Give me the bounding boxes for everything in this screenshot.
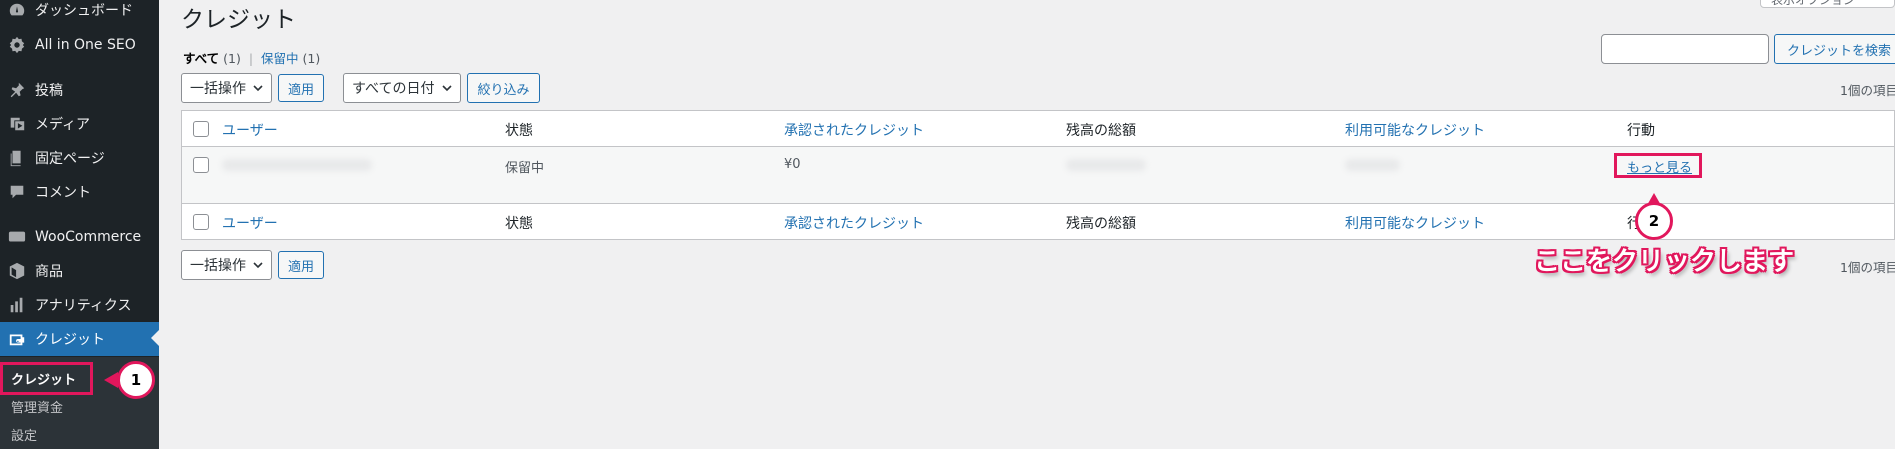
filter-pending-count: (1) [302,51,321,66]
filter-pending[interactable]: 保留中 [261,51,299,66]
menu-item-label: アナリティクス [35,298,132,314]
callout-badge-2: 2 [1635,202,1673,240]
filter-separator: | [248,51,254,66]
menu-item-label: メディア [35,117,91,133]
filter-all-count: (1) [223,51,241,66]
page-title: クレジット [181,7,296,33]
date-filter-value: すべての日付 [352,81,435,97]
column-user-footer[interactable]: ユーザー [222,213,278,233]
highlight-submenu-credit [0,362,93,395]
pin-icon [7,80,27,100]
callout-badge-1: 1 [117,361,155,399]
column-total-balance-footer: 残高の総額 [1066,216,1136,232]
chevron-down-icon [253,262,263,269]
current-menu-arrow [151,329,160,347]
search-credit-button[interactable]: クレジットを検索 [1774,34,1895,64]
menu-item-label: ダッシュボード [35,3,133,19]
media-icon [7,114,27,134]
user-name-redacted [222,159,372,171]
chevron-down-icon [253,85,263,92]
apply-button-label: 適用 [287,259,314,275]
menu-item-label: コメント [35,185,91,201]
column-total-balance: 残高の総額 [1066,123,1136,139]
bulk-action-value: 一括操作 [190,258,246,274]
menu-item-pages[interactable]: 固定ページ [0,141,159,175]
column-status-footer: 状態 [505,216,533,232]
dashboard-icon [7,0,27,20]
menu-item-label: 投稿 [35,83,63,99]
chevron-down-icon [442,85,452,92]
table-header-row: ユーザー 状態 承認されたクレジット 残高の総額 利用可能なクレジット 行動 [182,111,1894,147]
menu-item-posts[interactable]: 投稿 [0,73,159,107]
filter-button-label: 絞り込み [477,82,530,98]
row-approved-credit: ¥0 [784,157,801,172]
row-checkbox[interactable] [193,157,209,173]
column-available-credit-footer[interactable]: 利用可能なクレジット [1345,213,1485,233]
column-status: 状態 [505,123,533,139]
woo-icon [7,227,27,247]
items-count-bottom: 1個の項目 [1840,260,1895,275]
menu-item-woocommerce[interactable]: WooCommerce [0,220,159,254]
total-balance-redacted [1066,159,1146,171]
column-approved-credit-footer[interactable]: 承認されたクレジット [784,213,924,233]
screen-options-button[interactable]: 表示オプション [1760,0,1895,8]
menu-item-label: WooCommerce [35,229,142,245]
gear-icon [7,35,27,55]
menu-item-label: All in One SEO [35,37,136,53]
available-credit-redacted [1345,159,1400,171]
menu-item-label: 商品 [35,264,63,280]
column-action: 行動 [1627,123,1655,139]
menu-item-media[interactable]: メディア [0,107,159,141]
callout-1-tail [104,372,118,388]
menu-item-products[interactable]: 商品 [0,254,159,288]
bar-chart-icon [7,295,27,315]
bulk-action-select-bottom[interactable]: 一括操作 [181,250,272,280]
column-user[interactable]: ユーザー [222,120,278,140]
box-icon [7,261,27,281]
menu-item-credit[interactable]: クレジット [0,322,159,356]
apply-button-bottom[interactable]: 適用 [278,251,324,279]
menu-item-dashboard[interactable]: ダッシュボード [0,0,159,27]
search-input[interactable] [1601,34,1769,64]
submenu-item-settings[interactable]: 設定 [11,425,37,444]
bulk-action-select-top[interactable]: 一括操作 [181,73,272,103]
search-credit-button-label: クレジットを検索 [1786,43,1891,59]
bulk-action-value: 一括操作 [190,81,246,97]
apply-button-label: 適用 [287,82,314,98]
highlight-view-more [1614,153,1702,178]
instruction-text: ここをクリックします [1534,247,1795,277]
submenu-item-managed-funds[interactable]: 管理資金 [11,397,63,416]
filter-all[interactable]: すべて [183,51,219,66]
status-filters: すべて (1) | 保留中 (1) [183,48,320,67]
date-filter-select[interactable]: すべての日付 [343,73,461,103]
menu-item-label: クレジット [35,332,105,348]
pages-icon [7,148,27,168]
wallet-icon [7,329,27,349]
column-available-credit[interactable]: 利用可能なクレジット [1345,120,1485,140]
select-all-checkbox-footer[interactable] [193,214,209,230]
menu-item-aioseo[interactable]: All in One SEO [0,28,159,62]
column-approved-credit[interactable]: 承認されたクレジット [784,120,924,140]
menu-item-label: 固定ページ [35,151,105,167]
comment-icon [7,182,27,202]
select-all-checkbox[interactable] [193,121,209,137]
apply-button-top[interactable]: 適用 [278,74,324,102]
menu-item-analytics[interactable]: アナリティクス [0,288,159,322]
row-status: 保留中 [505,161,545,176]
filter-button[interactable]: 絞り込み [467,73,540,103]
items-count-top: 1個の項目 [1840,83,1895,98]
menu-item-comments[interactable]: コメント [0,175,159,209]
